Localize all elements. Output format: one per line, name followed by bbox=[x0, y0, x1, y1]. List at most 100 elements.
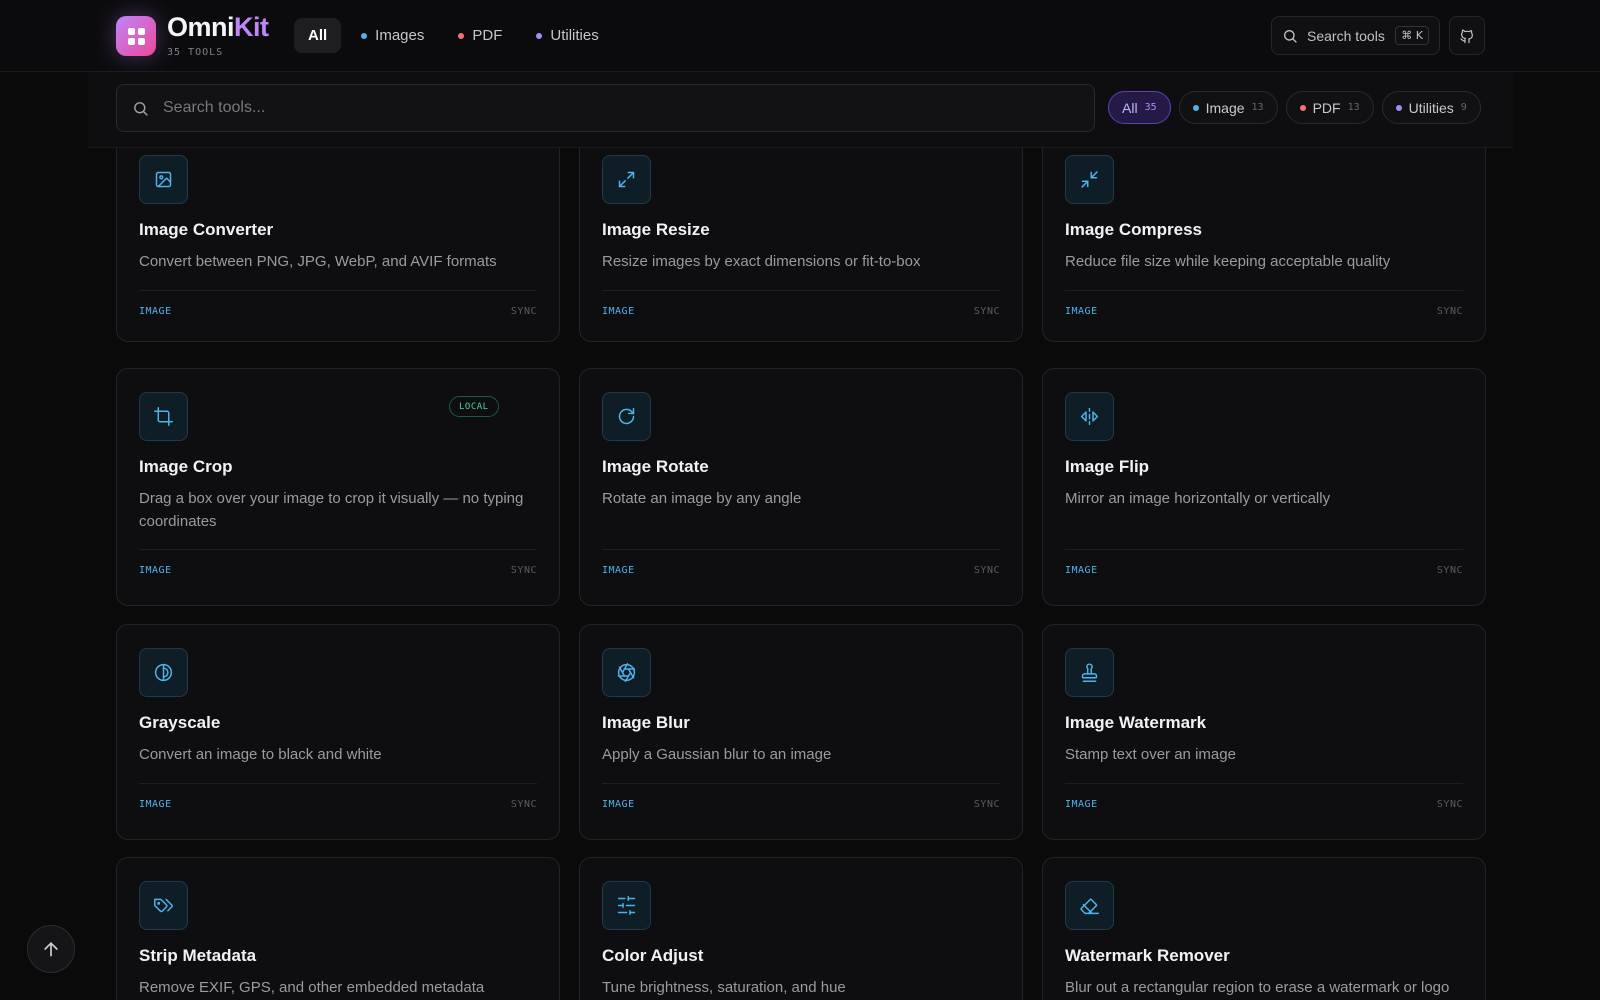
top-header: OmniKit 35 TOOLS All Images PDF Utilitie… bbox=[0, 0, 1600, 72]
stamp-icon bbox=[1081, 663, 1098, 682]
tool-icon-box bbox=[139, 392, 188, 441]
tool-description: Remove EXIF, GPS, and other embedded met… bbox=[139, 979, 485, 996]
chip-pdf[interactable]: PDF 13 bbox=[1285, 91, 1374, 124]
logo[interactable] bbox=[116, 16, 156, 56]
tool-description: Blur out a rectangular region to erase a… bbox=[1065, 979, 1450, 996]
nav-pdf[interactable]: PDF bbox=[444, 18, 516, 53]
tool-description: Reduce file size while keeping acceptabl… bbox=[1065, 253, 1391, 270]
tool-card[interactable]: Watermark Remover Blur out a rectangular … bbox=[1042, 857, 1486, 1000]
chip-all[interactable]: All 35 bbox=[1108, 91, 1171, 124]
grid-icon bbox=[127, 27, 145, 45]
search-tools-label: Search tools bbox=[1307, 27, 1385, 44]
tool-description: Convert an image to black and white bbox=[139, 746, 382, 763]
tool-card[interactable]: Grayscale Convert an image to black and w… bbox=[116, 624, 560, 840]
card-divider bbox=[1065, 783, 1463, 784]
tool-icon-box bbox=[1065, 648, 1114, 697]
chip-image[interactable]: Image 13 bbox=[1178, 91, 1278, 124]
tool-title: Grayscale bbox=[139, 713, 221, 732]
tool-title: Image Compress bbox=[1065, 220, 1202, 239]
tool-title: Watermark Remover bbox=[1065, 946, 1230, 965]
arrow-up-icon bbox=[44, 942, 58, 957]
tool-title: Image Rotate bbox=[602, 457, 709, 476]
aperture-icon bbox=[617, 663, 636, 682]
search-icon bbox=[134, 101, 148, 116]
tool-icon-box bbox=[139, 881, 188, 930]
sliders-icon bbox=[617, 896, 636, 915]
card-divider bbox=[1065, 549, 1463, 550]
tool-icon-box bbox=[1065, 881, 1114, 930]
tool-mode: SYNC bbox=[510, 306, 537, 317]
tool-title: Image Blur bbox=[602, 713, 690, 732]
tool-category: IMAGE bbox=[1065, 306, 1098, 317]
tool-title: Image Resize bbox=[602, 220, 710, 239]
tool-title: Image Flip bbox=[1065, 457, 1150, 476]
tags-icon bbox=[154, 898, 173, 913]
tool-card[interactable]: LOCAL Image Crop Drag a box over your imag… bbox=[116, 368, 560, 606]
tool-category: IMAGE bbox=[602, 306, 635, 317]
tool-card[interactable]: Image Flip Mirror an image horizontally o… bbox=[1042, 368, 1486, 606]
expand-icon bbox=[618, 171, 635, 188]
tool-mode: SYNC bbox=[1436, 565, 1463, 576]
contrast-icon bbox=[154, 663, 173, 682]
tool-title: Image Crop bbox=[139, 457, 233, 476]
github-icon bbox=[1460, 28, 1473, 43]
tool-description: Mirror an image horizontally or vertical… bbox=[1065, 490, 1331, 507]
pdf-dot bbox=[458, 32, 465, 39]
tool-card[interactable]: Color Adjust Tune brightness, saturation,… bbox=[579, 857, 1023, 1000]
tool-icon-box bbox=[602, 881, 651, 930]
github-button[interactable] bbox=[1449, 16, 1485, 55]
tool-category: IMAGE bbox=[139, 565, 172, 576]
tool-category: IMAGE bbox=[602, 565, 635, 576]
tool-card[interactable]: Image Converter Convert between PNG, JPG,… bbox=[116, 120, 560, 342]
card-divider bbox=[139, 549, 537, 550]
tool-icon-box bbox=[602, 155, 651, 204]
rotate-icon bbox=[618, 407, 635, 425]
tool-card[interactable]: Image Blur Apply a Gaussian blur to an im… bbox=[579, 624, 1023, 840]
tool-description: Convert between PNG, JPG, WebP, and AVIF… bbox=[139, 253, 497, 270]
card-divider bbox=[602, 783, 1000, 784]
eraser-icon bbox=[1080, 898, 1099, 915]
tool-icon-box bbox=[602, 648, 651, 697]
tool-description: Drag a box over your image to crop it vi… bbox=[139, 490, 524, 530]
tool-category: IMAGE bbox=[1065, 799, 1098, 810]
tool-mode: SYNC bbox=[1436, 306, 1463, 317]
nav-images[interactable]: Images bbox=[347, 18, 438, 53]
tool-category: IMAGE bbox=[1065, 565, 1098, 576]
images-dot bbox=[361, 32, 368, 39]
tool-mode: SYNC bbox=[973, 565, 1000, 576]
tool-card[interactable]: Image Resize Resize images by exact dimen… bbox=[579, 120, 1023, 342]
image-dot bbox=[1192, 104, 1199, 111]
tool-mode: SYNC bbox=[973, 306, 1000, 317]
tool-title: Strip Metadata bbox=[139, 946, 257, 965]
category-chips: All 35 Image 13 PDF 13 Utilities 9 bbox=[1108, 91, 1481, 124]
search-box bbox=[116, 84, 1095, 132]
tool-category: IMAGE bbox=[139, 306, 172, 317]
tool-card[interactable]: Image Rotate Rotate an image by any angle… bbox=[579, 368, 1023, 606]
chip-utilities[interactable]: Utilities 9 bbox=[1381, 91, 1481, 124]
tool-category: IMAGE bbox=[139, 799, 172, 810]
main-nav: All Images PDF Utilities bbox=[294, 18, 613, 53]
nav-utilities[interactable]: Utilities bbox=[522, 18, 612, 53]
image-icon bbox=[155, 171, 172, 188]
card-divider bbox=[139, 783, 537, 784]
tool-title: Image Converter bbox=[139, 220, 274, 239]
brand-name[interactable]: OmniKit bbox=[167, 12, 269, 43]
tool-description: Apply a Gaussian blur to an image bbox=[602, 746, 832, 763]
back-to-top-button[interactable] bbox=[27, 925, 75, 973]
tool-icon-box bbox=[602, 392, 651, 441]
nav-all[interactable]: All bbox=[294, 18, 342, 53]
tool-card[interactable]: Strip Metadata Remove EXIF, GPS, and othe… bbox=[116, 857, 560, 1000]
crop-icon bbox=[154, 407, 173, 426]
compress-icon bbox=[1081, 171, 1098, 188]
tool-category: IMAGE bbox=[602, 799, 635, 810]
tool-description: Tune brightness, saturation, and hue bbox=[602, 979, 846, 996]
tool-icon-box bbox=[139, 648, 188, 697]
card-divider bbox=[139, 290, 537, 291]
tool-card[interactable]: Image Watermark Stamp text over an image I… bbox=[1042, 624, 1486, 840]
card-divider bbox=[1065, 290, 1463, 291]
tool-title: Color Adjust bbox=[602, 946, 704, 965]
search-tools-button[interactable]: Search tools ⌘ K bbox=[1271, 16, 1440, 55]
tool-card[interactable]: Image Compress Reduce file size while kee… bbox=[1042, 120, 1486, 342]
flip-icon bbox=[1080, 407, 1099, 426]
search-input[interactable] bbox=[163, 99, 1063, 117]
